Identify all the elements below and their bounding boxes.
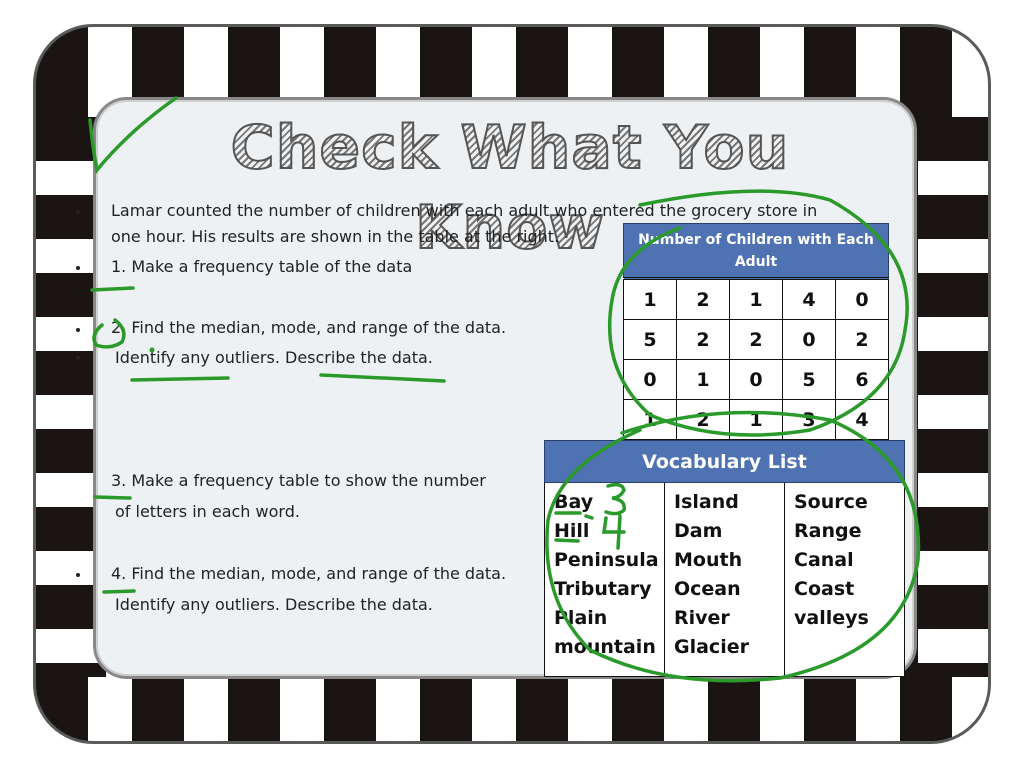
vocabulary-table: Vocabulary List Bay Hill Peninsula Tribu…: [544, 440, 905, 677]
vocab-word: Island: [674, 491, 739, 513]
task-3-line1: 3. Make a frequency table to show the nu…: [111, 471, 486, 490]
bullet: [76, 573, 80, 577]
table-cell: 3: [782, 399, 836, 440]
vocab-word: Hill: [554, 520, 590, 542]
table-row: 5 2 2 0 2: [623, 319, 889, 360]
table-cell: 1: [729, 399, 783, 440]
children-table-header: Number of Children with Each Adult: [623, 223, 889, 280]
table-row: 1 2 1 4 0: [623, 278, 889, 320]
vocab-word: mountain: [554, 636, 656, 658]
table-cell: 0: [729, 359, 783, 400]
table-row: 1 2 1 3 4: [623, 399, 889, 440]
task-3-line2: of letters in each word.: [115, 502, 300, 521]
task-4-line2: Identify any outliers. Describe the data…: [115, 595, 433, 614]
vocab-word: Tributary: [554, 578, 652, 600]
bullet: [76, 210, 80, 214]
bullet: [76, 266, 80, 270]
vocab-word: Coast: [794, 578, 855, 600]
children-per-adult-table: Number of Children with Each Adult 1 2 1…: [623, 223, 889, 440]
vocab-word: Glacier: [674, 636, 749, 658]
frame-right-stripes: [918, 117, 988, 677]
table-cell: 1: [623, 278, 677, 320]
vocab-word: valleys: [794, 607, 869, 629]
table-cell: 5: [782, 359, 836, 400]
vocab-word: Canal: [794, 549, 854, 571]
vocab-column-2: Island Dam Mouth Ocean River Glacier: [664, 482, 785, 677]
table-cell: 1: [676, 359, 730, 400]
table-cell: 0: [782, 319, 836, 360]
task-4-line1: 4. Find the median, mode, and range of t…: [111, 564, 507, 583]
vocab-word: Ocean: [674, 578, 741, 600]
vocab-word: Mouth: [674, 549, 743, 571]
vocab-word: Dam: [674, 520, 723, 542]
table-cell: 1: [623, 399, 677, 440]
vocab-word: Source: [794, 491, 868, 513]
table-cell: 5: [623, 319, 677, 360]
vocabulary-table-header: Vocabulary List: [544, 440, 905, 483]
intro-text-line2: one hour. His results are shown in the t…: [111, 227, 560, 246]
table-cell: 2: [676, 399, 730, 440]
bullet: [76, 328, 80, 332]
task-1: 1. Make a frequency table of the data: [111, 257, 413, 276]
vocab-column-1: Bay Hill Peninsula Tributary Plain mount…: [544, 482, 665, 677]
table-cell: 2: [676, 278, 730, 320]
vocab-word: Peninsula: [554, 549, 659, 571]
table-row: Bay Hill Peninsula Tributary Plain mount…: [544, 482, 905, 677]
table-cell: 2: [835, 319, 889, 360]
task-2-line1: 2. Find the median, mode, and range of t…: [111, 318, 507, 337]
table-cell: 0: [835, 278, 889, 320]
table-cell: 6: [835, 359, 889, 400]
task-2-line2: Identify any outliers. Describe the data…: [115, 348, 433, 367]
vocab-word: Bay: [554, 491, 594, 513]
vocab-word: River: [674, 607, 730, 629]
table-row: 0 1 0 5 6: [623, 359, 889, 400]
vocab-word: Range: [794, 520, 862, 542]
table-cell: 0: [623, 359, 677, 400]
table-cell: 2: [729, 319, 783, 360]
vocab-column-3: Source Range Canal Coast valleys: [784, 482, 905, 677]
intro-text-line1: Lamar counted the number of children wit…: [111, 201, 818, 220]
table-cell: 4: [835, 399, 889, 440]
table-cell: 1: [729, 278, 783, 320]
bullet: [76, 356, 80, 360]
table-cell: 2: [676, 319, 730, 360]
vocab-word: Plain: [554, 607, 608, 629]
table-cell: 4: [782, 278, 836, 320]
